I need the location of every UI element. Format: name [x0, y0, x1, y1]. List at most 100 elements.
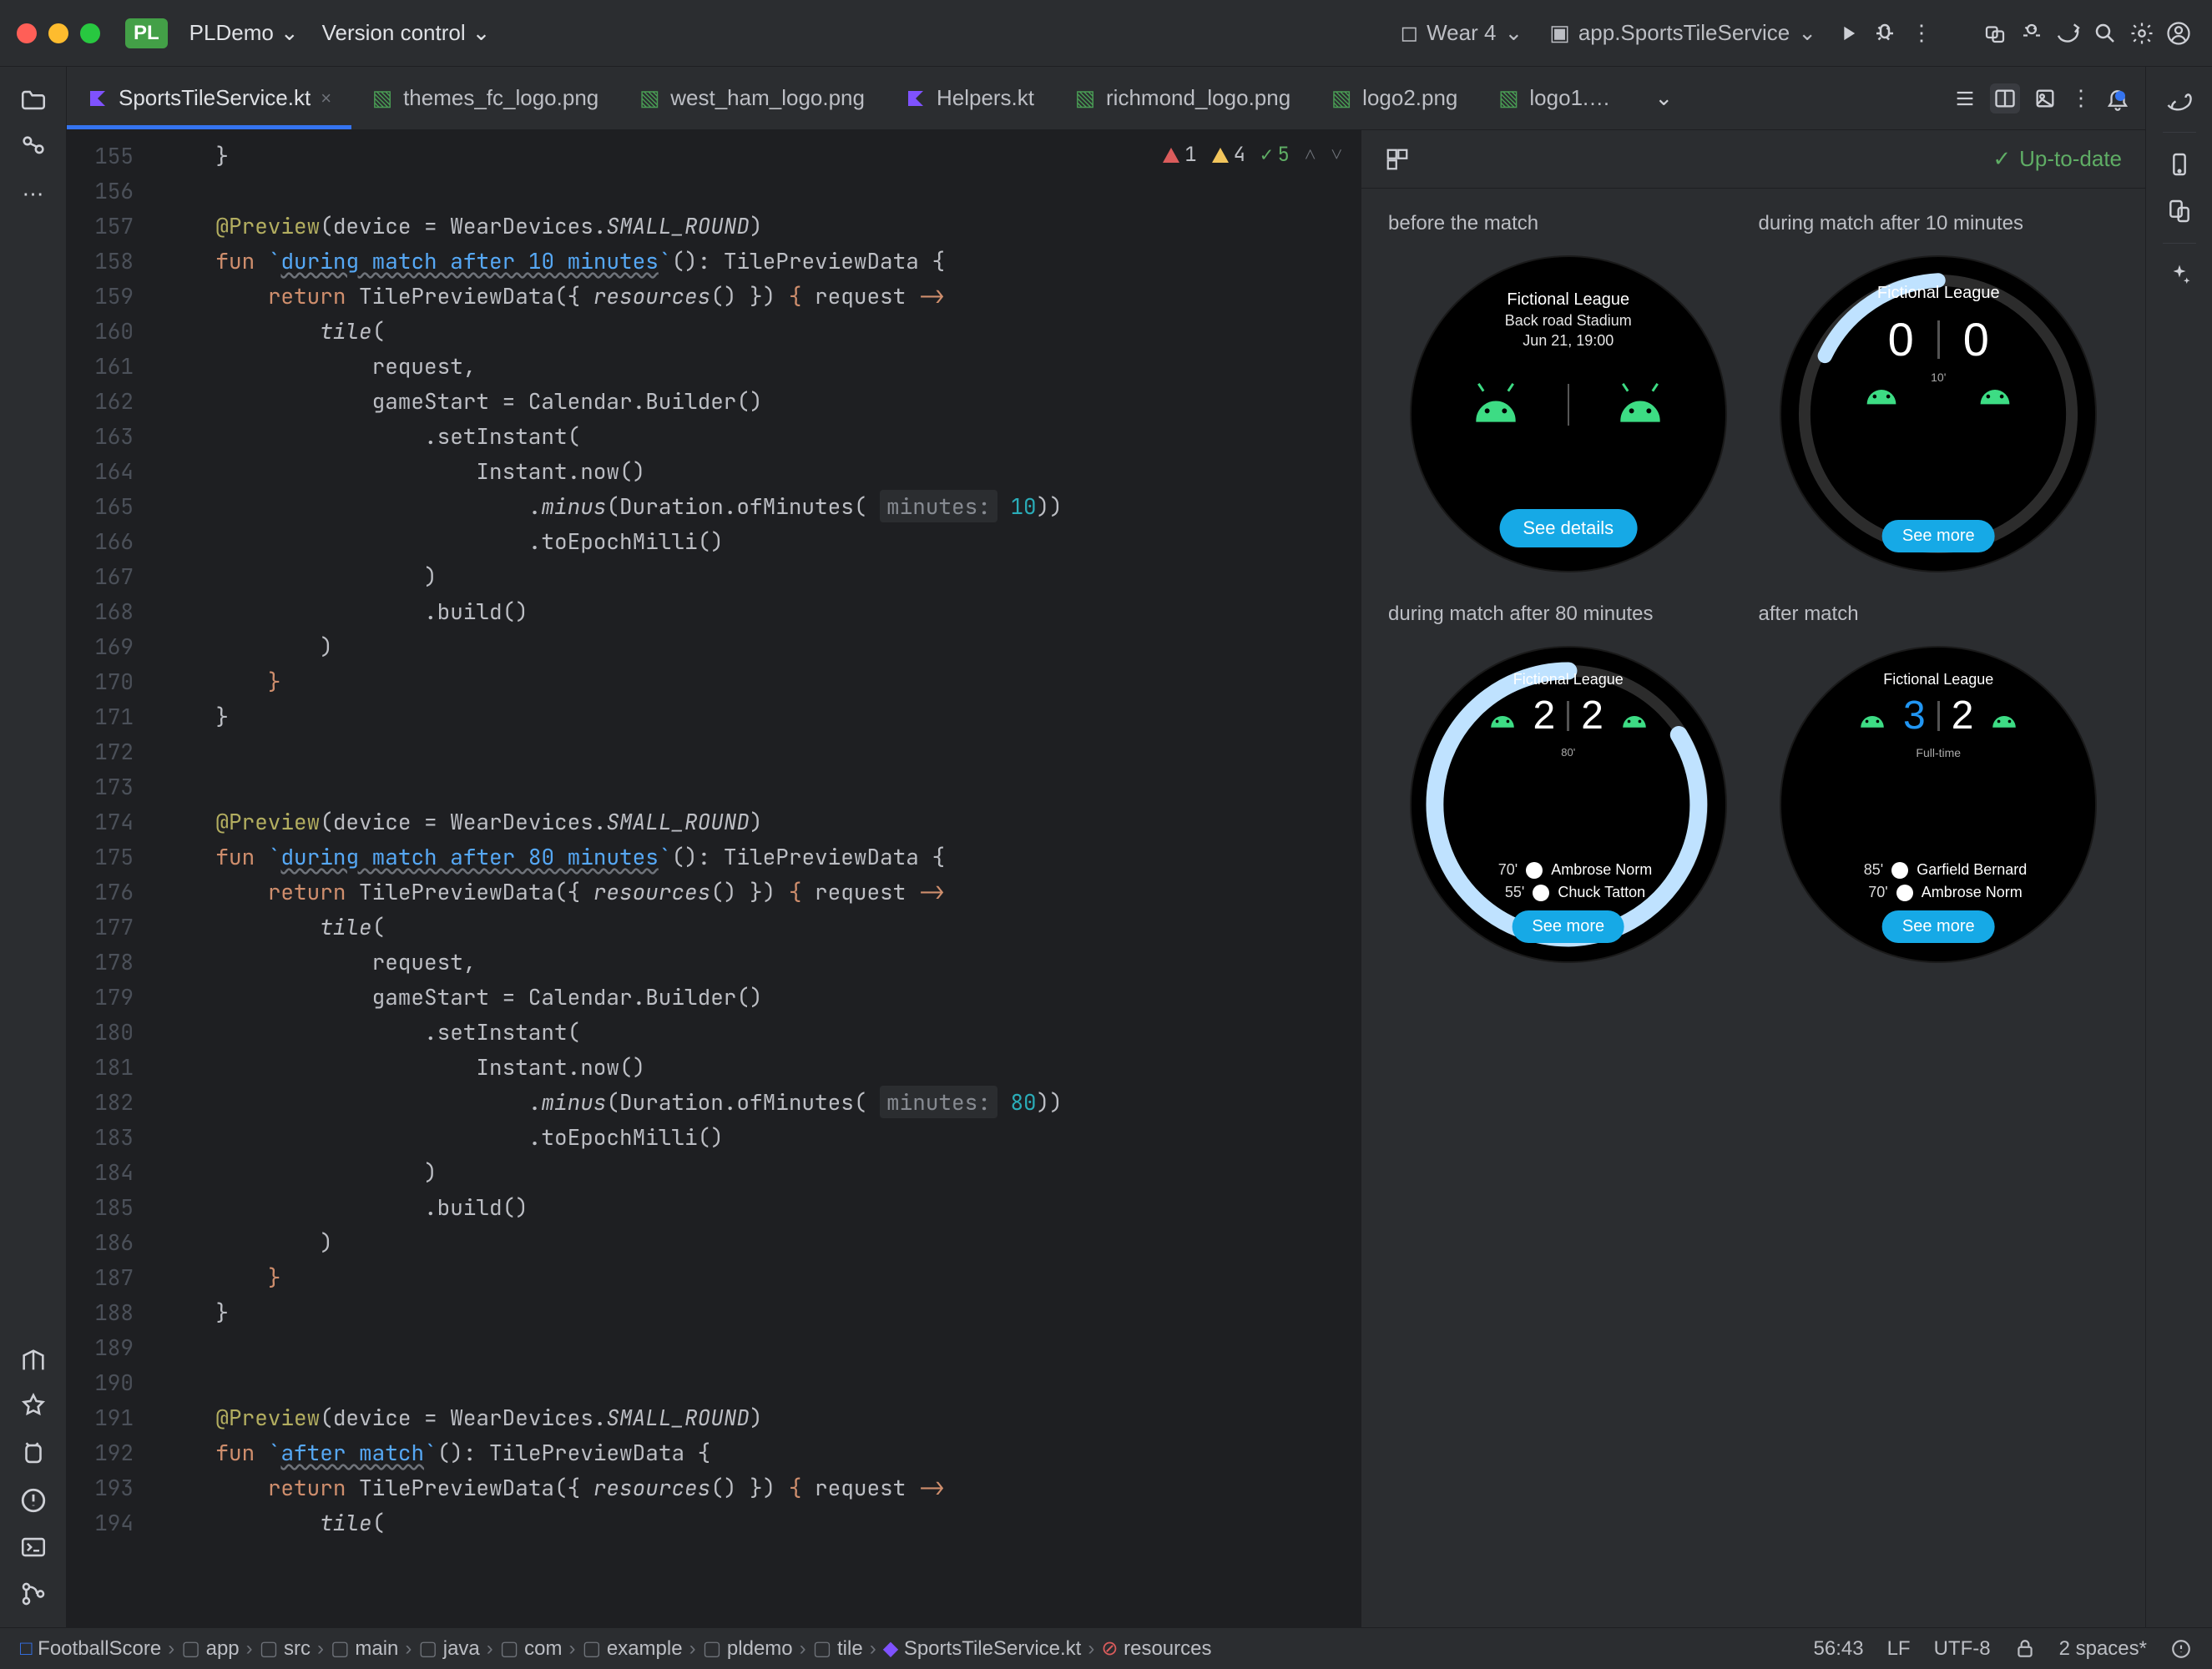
prev-highlight[interactable]: ˄ [1305, 142, 1316, 168]
editor-view-design-icon[interactable] [2033, 87, 2057, 110]
close-tab-icon[interactable]: × [321, 88, 331, 109]
notifications-button[interactable] [2105, 86, 2130, 111]
logcat-tool-icon[interactable] [13, 1434, 53, 1474]
editor-tabs: SportsTileService.kt × ▧ themes_fc_logo.… [67, 67, 2145, 130]
account-icon[interactable] [2162, 17, 2195, 50]
indent-status[interactable]: 2 spaces* [2059, 1637, 2147, 1661]
run-config-selector[interactable]: ▣ app.SportsTileService ⌄ [1538, 15, 1828, 51]
elapsed-time: Full-time [1781, 746, 2095, 759]
more-tools-icon[interactable]: ⋯ [13, 174, 53, 214]
image-file-icon: ▧ [639, 88, 660, 109]
settings-icon[interactable] [2125, 17, 2159, 50]
project-tool-icon[interactable] [13, 80, 53, 120]
editor-gutter[interactable]: 1551561571581591601611621631641651661671… [67, 130, 147, 1627]
tab-logo2[interactable]: ▧ logo2.png [1311, 67, 1477, 129]
code-editor[interactable]: 1 4 ✓5 ˄ ˅ } @Preview(device = WearDevic… [147, 130, 1361, 1627]
event-time: 85' [1850, 861, 1883, 879]
titlebar: PL PLDemo ⌄ Version control ⌄ ◻ Wear 4 ⌄… [0, 0, 2212, 67]
score-sep [1937, 701, 1940, 731]
tile-preview-10-min[interactable]: Fictional League 0 0 10' See [1780, 255, 2097, 572]
file-encoding[interactable]: UTF-8 [1934, 1637, 1991, 1661]
preview-status-text: Up-to-date [2019, 146, 2122, 172]
see-more-button[interactable]: See more [1882, 520, 1995, 552]
build-tool-icon[interactable] [13, 1340, 53, 1380]
kotlin-file-icon [905, 88, 927, 109]
tile-preview-80-min[interactable]: Fictional League 2 2 80' [1410, 646, 1727, 963]
gradle-tool-icon[interactable] [2159, 80, 2199, 120]
scorer-name: Ambrose Norm [1551, 861, 1652, 879]
android-icon [1615, 700, 1654, 732]
chevron-down-icon: ⌄ [472, 20, 491, 46]
ai-assistant-icon[interactable] [2159, 255, 2199, 295]
project-badge[interactable]: PL [125, 18, 168, 48]
stadium-name: Back road Stadium [1412, 312, 1725, 330]
score-sep [1567, 701, 1569, 731]
android-icon [1857, 374, 1906, 406]
vcs-menu[interactable]: Version control ⌄ [311, 13, 502, 53]
sync-gradle-icon[interactable] [2052, 17, 2085, 50]
tab-west-ham-logo[interactable]: ▧ west_ham_logo.png [619, 67, 885, 129]
preview-toolbar-icon[interactable] [1385, 147, 1410, 172]
ide-errors-icon[interactable] [2015, 17, 2048, 50]
minimize-window[interactable] [48, 23, 68, 43]
line-separator[interactable]: LF [1887, 1637, 1911, 1661]
image-file-icon: ▧ [1497, 88, 1519, 109]
league-name: Fictional League [1412, 671, 1725, 688]
zoom-window[interactable] [80, 23, 100, 43]
breadcrumb[interactable]: □ FootballScore › ▢ app › ▢ src › ▢ main… [20, 1636, 1212, 1661]
team-logos [1412, 382, 1725, 426]
debug-button[interactable] [1868, 17, 1901, 50]
search-everywhere-icon[interactable] [2088, 17, 2122, 50]
see-more-button[interactable]: See more [1882, 910, 1995, 943]
tab-options-icon[interactable]: ⋮ [2070, 85, 2092, 111]
tab-themes-fc-logo[interactable]: ▧ themes_fc_logo.png [351, 67, 619, 129]
device-name: Wear 4 [1427, 20, 1496, 46]
bookmarks-tool-icon[interactable] [13, 1387, 53, 1427]
caret-position[interactable]: 56:43 [1814, 1637, 1864, 1661]
tab-logo1[interactable]: ▧ logo1.png [1477, 67, 1641, 129]
goal-event: 70' Ambrose Norm [1484, 861, 1652, 879]
tile-preview-before-match[interactable]: Fictional League Back road Stadium Jun 2… [1410, 255, 1727, 572]
inspection-widget[interactable]: 1 4 ✓5 ˄ ˅ [1163, 142, 1342, 168]
window-controls [17, 23, 100, 43]
device-manager-icon[interactable] [2159, 144, 2199, 184]
ball-icon [1896, 885, 1913, 901]
tile-label: after match [1759, 603, 1859, 626]
running-devices-icon[interactable] [2159, 191, 2199, 231]
event-time: 55' [1491, 884, 1524, 901]
warning-icon [1212, 148, 1229, 163]
readonly-toggle[interactable] [2014, 1638, 2036, 1660]
event-time: 70' [1855, 884, 1888, 901]
module-icon: ▣ [1549, 20, 1570, 46]
tile-preview-after-match[interactable]: Fictional League 3 2 Full-time [1780, 646, 2097, 963]
structure-tool-icon[interactable] [13, 127, 53, 167]
see-more-button[interactable]: See more [1512, 910, 1624, 943]
android-icon [1853, 700, 1891, 732]
next-highlight[interactable]: ˅ [1331, 142, 1342, 168]
tab-label: SportsTileService.kt [119, 85, 311, 111]
tabs-dropdown[interactable]: ⌄ [1641, 67, 1686, 129]
more-actions[interactable]: ⋮ [1905, 17, 1938, 50]
see-details-button[interactable]: See details [1499, 509, 1637, 547]
home-score: 2 [1533, 693, 1556, 739]
check-icon: ✓ [1260, 142, 1272, 168]
close-window[interactable] [17, 23, 37, 43]
project-menu[interactable]: PLDemo ⌄ [178, 13, 311, 53]
tab-sportstileservice[interactable]: SportsTileService.kt × [67, 67, 351, 129]
editor-view-list-icon[interactable] [1953, 87, 1977, 110]
memory-indicator-icon[interactable] [2170, 1638, 2192, 1660]
device-selector[interactable]: ◻ Wear 4 ⌄ [1389, 15, 1535, 51]
home-score: 0 [1888, 312, 1914, 366]
terminal-tool-icon[interactable] [13, 1527, 53, 1567]
tab-helpers[interactable]: Helpers.kt [885, 67, 1054, 129]
tab-label: Helpers.kt [937, 85, 1034, 111]
image-file-icon: ▧ [1331, 88, 1352, 109]
vcs-tool-icon[interactable] [13, 1574, 53, 1614]
left-tool-strip: ⋯ [0, 67, 67, 1627]
ball-icon [1533, 885, 1549, 901]
tab-richmond-logo[interactable]: ▧ richmond_logo.png [1054, 67, 1311, 129]
editor-view-split-icon[interactable] [1990, 83, 2020, 113]
run-button[interactable] [1831, 17, 1865, 50]
code-with-me-icon[interactable] [1978, 17, 2012, 50]
problems-tool-icon[interactable] [13, 1480, 53, 1520]
